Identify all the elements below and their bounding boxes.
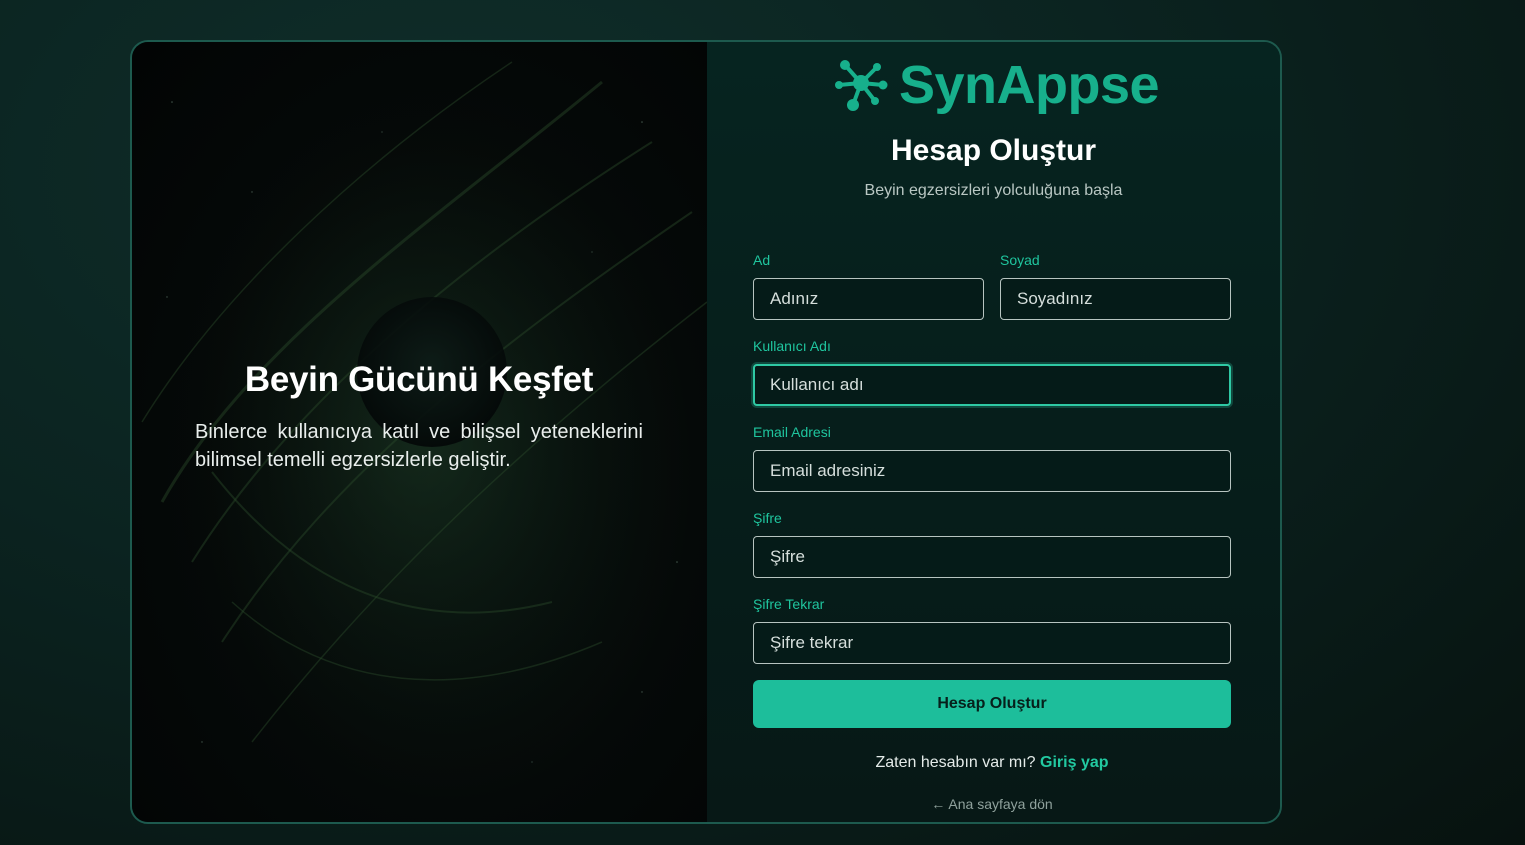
login-link[interactable]: Giriş yap — [1040, 754, 1108, 771]
brand-name: SynAppse — [899, 55, 1160, 115]
login-prompt-line: Zaten hesabın var mı? Giriş yap — [707, 754, 1277, 772]
last-name-label: Soyad — [1000, 252, 1040, 268]
first-name-label: Ad — [753, 252, 771, 268]
username-input[interactable] — [753, 364, 1231, 406]
username-label: Kullanıcı Adı — [753, 338, 831, 354]
login-prompt-text: Zaten hesabın var mı? — [875, 754, 1036, 771]
brand-logo[interactable]: SynAppse — [831, 52, 1160, 118]
password-label: Şifre — [753, 510, 782, 526]
email-input[interactable] — [753, 450, 1231, 492]
form-title: Hesap Oluştur — [890, 134, 1097, 167]
password-input[interactable] — [753, 536, 1231, 578]
last-name-input[interactable] — [1000, 278, 1231, 320]
back-to-home-link[interactable]: ← Ana sayfaya dön — [707, 796, 1277, 812]
email-label: Email Adresi — [753, 424, 831, 440]
neuron-icon — [835, 60, 888, 111]
create-account-button[interactable]: Hesap Oluştur — [753, 680, 1231, 728]
hero-panel: Beyin Gücünü Keşfet Binlerce kullanıcıya… — [132, 42, 707, 822]
password-confirm-input[interactable] — [753, 622, 1231, 664]
hero-content: Beyin Gücünü Keşfet Binlerce kullanıcıya… — [195, 360, 643, 474]
password-confirm-label: Şifre Tekrar — [753, 596, 825, 612]
first-name-input[interactable] — [753, 278, 984, 320]
hero-title: Beyin Gücünü Keşfet — [244, 360, 594, 399]
form-subtitle: Beyin egzersizleri yolculuğuna başla — [864, 182, 1123, 199]
hero-description: Binlerce kullanıcıya katıl ve bilişsel y… — [195, 421, 643, 471]
